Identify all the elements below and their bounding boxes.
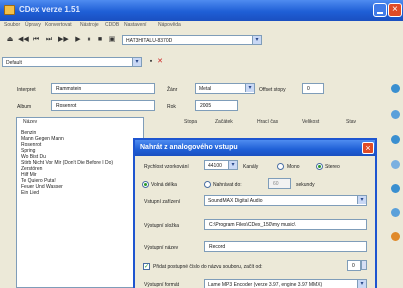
- refresh-icon[interactable]: [391, 110, 400, 119]
- output-folder-field[interactable]: C:\Program Files\CDex_150\my music\: [204, 219, 367, 230]
- append-start-field[interactable]: 0: [347, 260, 361, 271]
- append-number-label: Přidat postupné číslo do názvu souboru, …: [153, 264, 263, 270]
- fixed-length-radio[interactable]: [204, 181, 211, 188]
- output-folder-label: Výstupní složka: [144, 223, 180, 229]
- offset-label: Offset stopy: [259, 87, 286, 93]
- minimize-button[interactable]: [373, 3, 387, 17]
- length-field[interactable]: 60: [268, 178, 291, 189]
- column-duration[interactable]: Hrací čas: [257, 119, 278, 125]
- input-device-label: Vstupní zařízení: [144, 199, 181, 205]
- record-dialog: Nahrát z analogového vstupu × Rychlost v…: [133, 138, 377, 288]
- length-unit-label: sekundy: [296, 182, 315, 188]
- menu-file[interactable]: Soubor: [4, 22, 20, 28]
- append-start-spinner[interactable]: [361, 260, 367, 270]
- app-icon: [4, 5, 15, 15]
- record-icon[interactable]: [391, 184, 400, 193]
- column-size[interactable]: Velikost: [302, 119, 319, 125]
- menu-bar: Soubor Úpravy Konvertovat Nástroje CDDB …: [0, 21, 403, 31]
- extract-icon[interactable]: [391, 135, 400, 144]
- dialog-close-icon[interactable]: ×: [362, 142, 374, 154]
- save-icon[interactable]: ▪: [147, 58, 155, 66]
- playlist-icon[interactable]: [391, 208, 400, 217]
- chevron-down-icon: ▾: [132, 58, 141, 66]
- menu-convert[interactable]: Konvertovat: [45, 22, 72, 28]
- free-length-radio[interactable]: [142, 181, 149, 188]
- interpret-label: Interpret: [17, 87, 36, 93]
- chevron-down-icon: ▾: [357, 280, 366, 288]
- year-label: Rok: [167, 104, 176, 110]
- interpret-field[interactable]: Rammstein: [51, 83, 155, 94]
- previous-track-icon[interactable]: ⏮: [32, 36, 40, 44]
- menu-tools[interactable]: Nástroje: [80, 22, 99, 28]
- encoder-select[interactable]: Lame MP3 Encoder (verze 3.97, engine 3.9…: [204, 279, 367, 288]
- stereo-radio[interactable]: [316, 163, 323, 170]
- play-icon[interactable]: ▶: [74, 36, 82, 44]
- encoder-label: Výstupní formát: [144, 282, 180, 288]
- sample-rate-select[interactable]: 44100 ▾: [204, 160, 238, 170]
- dialog-title: Nahrát z analogového vstupu: [140, 144, 238, 151]
- channels-label: Kanály: [243, 164, 259, 170]
- column-title[interactable]: Název: [23, 119, 37, 125]
- cdex-window: CDex verze 1.51 Soubor Úpravy Konvertova…: [0, 0, 403, 288]
- title-bar: CDex verze 1.51: [0, 0, 403, 21]
- track-row[interactable]: Ein Lied: [21, 190, 39, 196]
- album-field[interactable]: Rosenrot: [51, 100, 155, 111]
- album-label: Album: [17, 104, 32, 110]
- drive-select[interactable]: HAT3HITALU-8370D ▾: [122, 35, 262, 45]
- window-title: CDex verze 1.51: [19, 5, 80, 14]
- append-number-checkbox[interactable]: ✓: [143, 263, 150, 270]
- mono-label: Mono: [287, 164, 300, 170]
- eject-icon[interactable]: ⏏: [6, 36, 14, 44]
- rewind-icon[interactable]: ◀◀: [18, 36, 29, 44]
- output-name-label: Výstupní název: [144, 245, 179, 251]
- output-name-field[interactable]: Record: [204, 241, 367, 252]
- free-length-label: Volná délka: [151, 182, 177, 188]
- dialog-title-bar: Nahrát z analogového vstupu ×: [135, 140, 375, 156]
- stereo-label: Stereo: [325, 164, 340, 170]
- profile-select[interactable]: Default ▾: [2, 57, 142, 67]
- next-track-icon[interactable]: ⏭: [45, 36, 53, 44]
- column-status[interactable]: Stav: [346, 119, 356, 125]
- mono-radio[interactable]: [277, 163, 284, 170]
- close-button[interactable]: [388, 3, 402, 17]
- delete-icon[interactable]: ✕: [156, 58, 164, 66]
- settings-icon[interactable]: [391, 232, 400, 241]
- pause-icon[interactable]: ⏸: [85, 36, 93, 44]
- menu-settings[interactable]: Nastavení: [124, 22, 147, 28]
- convert-icon[interactable]: [391, 160, 400, 169]
- cd-drive-icon[interactable]: ▣: [108, 36, 116, 44]
- sample-rate-label: Rychlost vzorkování: [144, 164, 189, 170]
- column-track[interactable]: Stopa: [184, 119, 197, 125]
- chevron-down-icon: ▾: [228, 161, 237, 169]
- fast-forward-icon[interactable]: ▶▶: [58, 36, 69, 44]
- chevron-down-icon: ▾: [357, 196, 366, 204]
- genre-label: Žánr: [167, 87, 178, 93]
- menu-help[interactable]: Nápověda: [158, 22, 181, 28]
- menu-edit[interactable]: Úpravy: [25, 22, 41, 28]
- toolbar: ⏏ ◀◀ ⏮ ⏭ ▶▶ ▶ ⏸ ■ ▣ HAT3HITALU-8370D ▾: [0, 33, 403, 47]
- chevron-down-icon: ▾: [245, 84, 254, 92]
- chevron-down-icon: ▾: [252, 36, 261, 44]
- cd-icon[interactable]: [391, 84, 400, 93]
- input-device-select[interactable]: SoundMAX Digital Audio ▾: [204, 195, 367, 206]
- column-start[interactable]: Začátek: [215, 119, 233, 125]
- year-field[interactable]: 2005: [195, 100, 238, 111]
- menu-cddb[interactable]: CDDB: [105, 22, 119, 28]
- offset-field[interactable]: 0: [302, 83, 324, 94]
- fixed-length-label: Nahrávat do:: [213, 182, 242, 188]
- genre-select[interactable]: Metal ▾: [195, 83, 255, 94]
- stop-icon[interactable]: ■: [96, 36, 104, 44]
